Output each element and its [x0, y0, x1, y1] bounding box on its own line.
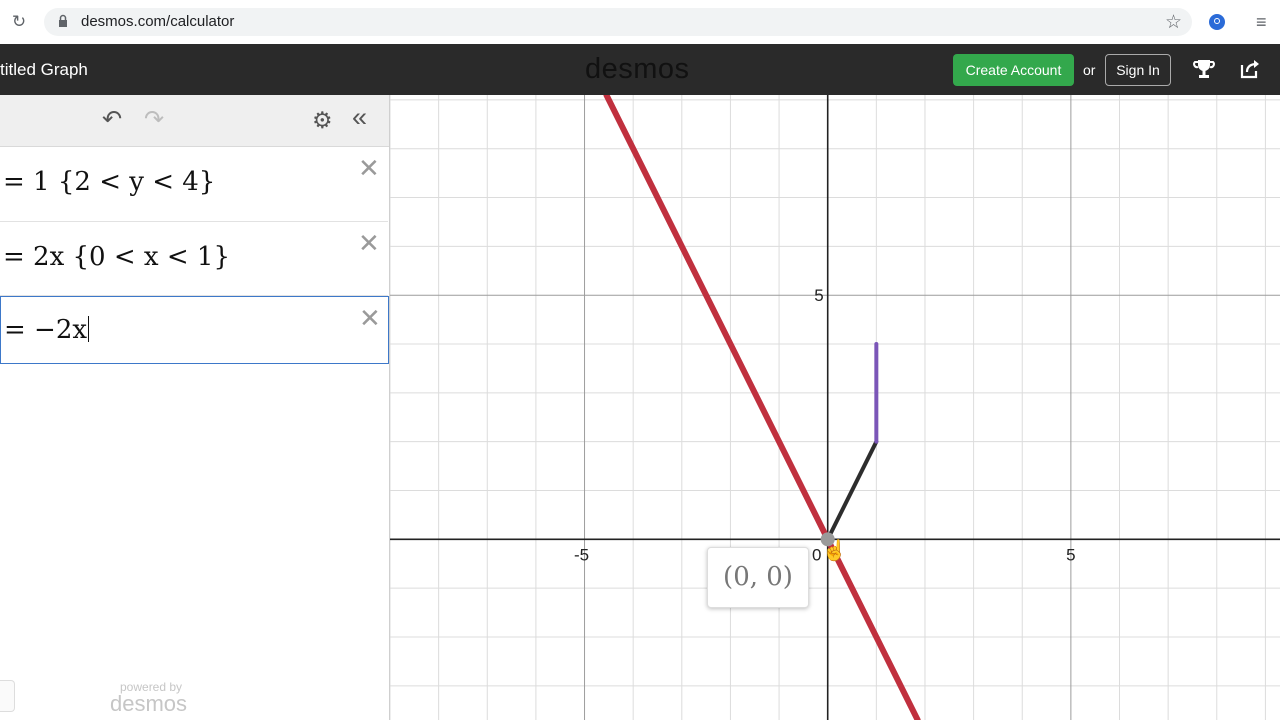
text-caret — [88, 316, 90, 342]
delete-expression-icon[interactable]: ✕ — [359, 305, 381, 331]
app-header: titled Graph desmos Create Account or Si… — [0, 44, 1280, 95]
address-bar[interactable]: desmos.com/calculator ☆ — [44, 8, 1192, 36]
share-icon[interactable] — [1238, 57, 1262, 81]
minor-gridlines — [390, 95, 1280, 720]
gear-icon[interactable]: ⚙ — [312, 108, 333, 132]
x-tick-label: -5 — [574, 545, 589, 564]
trophy-icon[interactable] — [1192, 57, 1216, 81]
y-tick-label: 5 — [814, 286, 823, 305]
expression-panel: ↶ ↷ ⚙ « = 1 {2 < y < 4} ✕ = 2x {0 < x < … — [0, 95, 390, 720]
x-tick-label: 5 — [1066, 545, 1075, 564]
extension-icon[interactable] — [1209, 14, 1225, 30]
expression-row[interactable]: = 2x {0 < x < 1} ✕ — [0, 222, 388, 296]
powered-by-logo: desmos — [110, 691, 188, 716]
expression-input[interactable]: = −2x — [4, 315, 90, 345]
desmos-logo: desmos — [585, 53, 690, 85]
curve-y-neg2x — [603, 95, 921, 720]
expression-text[interactable]: = 1 {2 < y < 4} — [3, 167, 215, 197]
redo-icon[interactable]: ↷ — [144, 108, 164, 132]
keypad-toggle-tab[interactable] — [0, 680, 15, 712]
or-text: or — [1083, 62, 1096, 78]
delete-expression-icon[interactable]: ✕ — [358, 230, 380, 256]
axis-labels: -5 0 5 5 — [574, 286, 1076, 564]
major-gridlines — [390, 95, 1280, 720]
plotted-curves — [603, 95, 921, 720]
expression-toolbar: ↶ ↷ ⚙ « — [0, 95, 389, 147]
collapse-panel-icon[interactable]: « — [352, 104, 367, 131]
reading-list-icon[interactable]: ≡ — [1256, 12, 1267, 33]
hand-cursor-icon: ☝ — [822, 540, 847, 562]
url-text: desmos.com/calculator — [81, 13, 235, 30]
delete-expression-icon[interactable]: ✕ — [358, 155, 380, 181]
graph-title[interactable]: titled Graph — [0, 60, 88, 80]
expression-text[interactable]: = 2x {0 < x < 1} — [3, 242, 230, 272]
bookmark-star-icon[interactable]: ☆ — [1165, 11, 1182, 34]
graph-canvas[interactable]: -5 0 5 5 — [390, 95, 1280, 720]
point-coordinate-label: (0, 0) — [707, 547, 809, 608]
sign-in-button[interactable]: Sign In — [1105, 54, 1171, 86]
expression-row-active[interactable]: = −2x ✕ — [0, 296, 389, 364]
expression-row[interactable]: = 1 {2 < y < 4} ✕ — [0, 147, 388, 222]
origin-label: 0 — [812, 545, 821, 564]
create-account-button[interactable]: Create Account — [953, 54, 1074, 86]
lock-icon — [59, 14, 67, 27]
browser-toolbar: ↻ desmos.com/calculator ☆ ≡ — [0, 0, 1280, 45]
axes — [390, 95, 1280, 720]
undo-icon[interactable]: ↶ — [102, 108, 122, 132]
reload-icon[interactable]: ↻ — [9, 12, 29, 32]
